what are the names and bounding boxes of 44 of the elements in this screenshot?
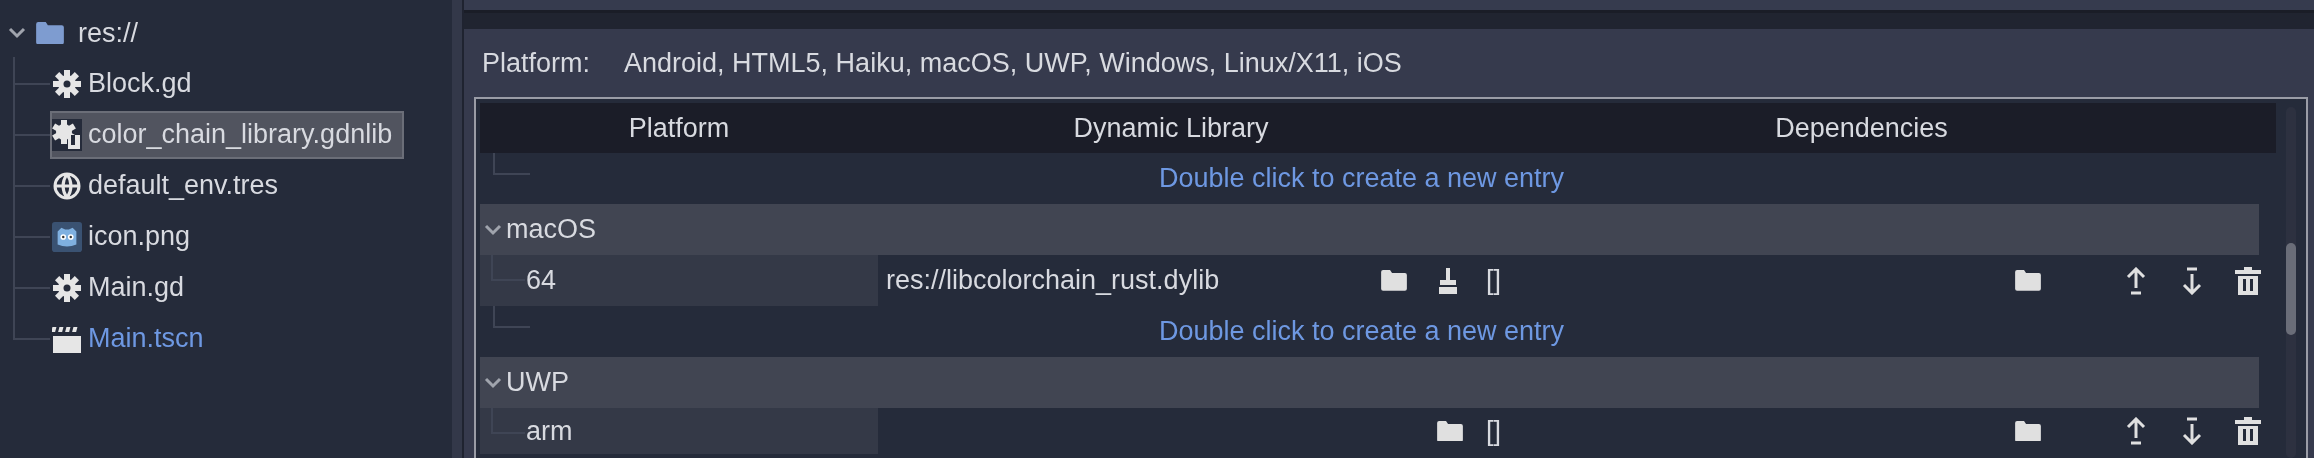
move-up-icon[interactable] xyxy=(2125,417,2147,445)
group-row[interactable]: UWP xyxy=(480,357,2259,408)
platform-cell: arm xyxy=(480,408,878,454)
move-up-icon[interactable] xyxy=(2125,266,2147,295)
scrollbar[interactable] xyxy=(2286,107,2296,458)
tree-item[interactable]: Main.tscn xyxy=(50,314,216,363)
tree-item[interactable]: Main.gd xyxy=(50,263,197,312)
chevron-icon[interactable] xyxy=(484,223,502,236)
new-entry-hint[interactable]: Double click to create a new entry xyxy=(1158,316,1565,347)
group-row[interactable]: macOS xyxy=(480,204,2259,255)
column-header: Platform xyxy=(627,112,731,144)
dependencies-value[interactable]: [] xyxy=(1486,415,1501,447)
tree-item[interactable]: res:// xyxy=(78,17,138,49)
column-header: Dependencies xyxy=(1774,112,1949,144)
column-header: Dynamic Library xyxy=(1072,112,1270,144)
folder-icon xyxy=(1437,420,1463,442)
folder-icon xyxy=(2015,270,2041,291)
globe-icon xyxy=(53,171,81,200)
platform-list: Android, HTML5, Haiku, macOS, UWP, Windows, Linux/X11, iOS xyxy=(624,47,1402,79)
tree-item[interactable]: default_env.tres xyxy=(50,161,291,210)
tree-item[interactable]: Block.gd xyxy=(50,59,204,108)
folder-icon xyxy=(36,21,64,45)
dependencies-value[interactable]: [] xyxy=(1486,265,1501,296)
trash-icon[interactable] xyxy=(2235,266,2261,295)
chevron-icon[interactable] xyxy=(484,376,502,389)
move-down-icon[interactable] xyxy=(2181,417,2203,445)
group-label: macOS xyxy=(506,214,597,245)
tree-item[interactable]: color_chain_library.gdnlib xyxy=(50,110,405,159)
gear-icon xyxy=(52,118,82,151)
move-down-icon[interactable] xyxy=(2181,266,2203,295)
folder-icon xyxy=(2015,420,2041,442)
gear-icon xyxy=(53,69,81,98)
group-label: UWP xyxy=(506,367,569,398)
trash-icon[interactable] xyxy=(2235,417,2261,445)
new-entry-hint[interactable]: Double click to create a new entry xyxy=(1158,163,1565,194)
gear-icon xyxy=(53,273,81,302)
chevron-icon[interactable] xyxy=(8,27,26,39)
tree-item[interactable]: icon.png xyxy=(50,212,203,261)
platform-label: Platform: xyxy=(482,47,591,79)
platform-cell: 64 xyxy=(480,255,878,306)
robot-icon xyxy=(52,220,82,253)
clapperboard-icon xyxy=(52,324,82,353)
library-path: res://libcolorchain_rust.dylib xyxy=(886,265,1220,296)
folder-icon xyxy=(1381,270,1407,291)
